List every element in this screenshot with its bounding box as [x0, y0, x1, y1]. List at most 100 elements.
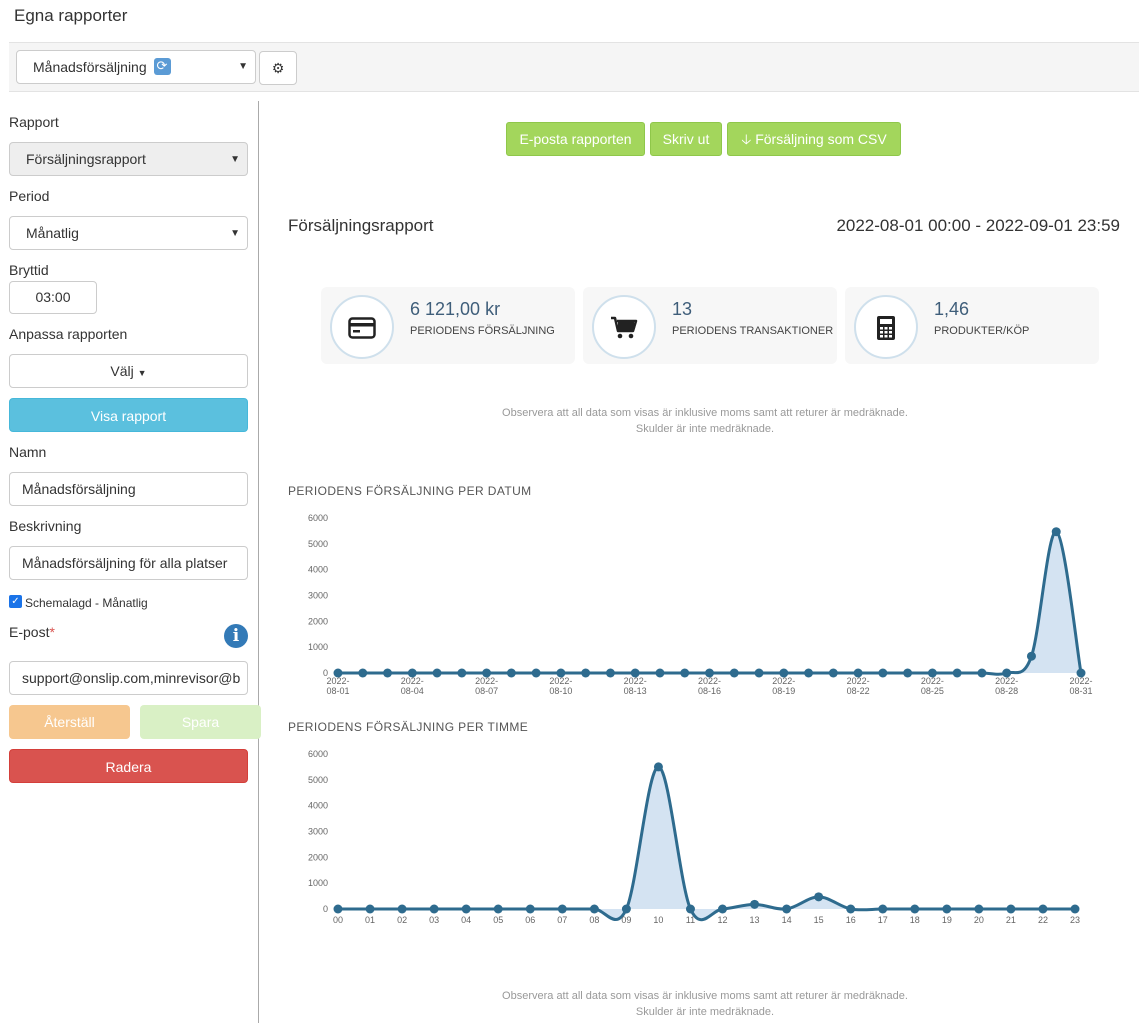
x-tick-label: 22	[1038, 915, 1048, 925]
show-report-button[interactable]: Visa rapport	[9, 398, 248, 432]
kpi-caption: PERIODENS TRANSAKTIONER	[672, 325, 834, 337]
calculator-icon	[854, 295, 918, 359]
x-tick-label: 2022-	[326, 676, 349, 686]
settings-button[interactable]: ⚙	[259, 51, 297, 85]
kpi-card-transactions: 13 PERIODENS TRANSAKTIONER	[583, 287, 837, 364]
data-point	[506, 668, 516, 678]
data-point	[750, 899, 760, 909]
saved-report-select[interactable]: Månadsförsäljning ▼	[16, 50, 256, 84]
schemalagd-checkbox[interactable]: ✓	[9, 595, 22, 608]
namn-input[interactable]: Månadsförsäljning	[9, 472, 248, 506]
x-tick-label: 16	[846, 915, 856, 925]
chevron-down-icon: ▼	[230, 154, 240, 165]
x-tick-label: 05	[493, 915, 503, 925]
x-tick-label: 07	[557, 915, 567, 925]
y-tick-label: 0	[323, 904, 328, 914]
x-tick-label: 14	[782, 915, 792, 925]
x-tick-label: 08-31	[1069, 686, 1092, 696]
data-point	[432, 668, 442, 678]
epost-input[interactable]: support@onslip.com,minrevisor@b	[9, 661, 248, 695]
report-settings-sidebar: Rapport Försäljningsrapport ▼ Period Mån…	[0, 101, 261, 1023]
x-tick-label: 2022-	[401, 676, 424, 686]
required-marker: *	[49, 624, 55, 640]
anpassa-label: Anpassa rapporten	[9, 326, 128, 342]
x-tick-label: 08-19	[772, 686, 795, 696]
data-point	[429, 904, 439, 914]
data-point	[1051, 527, 1061, 537]
brytid-input[interactable]: 03:00	[9, 281, 97, 314]
chart-title-per-date: PERIODENS FÖRSÄLJNING PER DATUM	[288, 484, 532, 498]
x-tick-label: 2022-	[921, 676, 944, 686]
save-button[interactable]: Spara	[140, 705, 261, 739]
data-point	[828, 668, 838, 678]
x-tick-label: 2022-	[995, 676, 1018, 686]
email-report-button[interactable]: E-posta rapporten	[506, 122, 645, 156]
y-tick-label: 1000	[308, 878, 328, 888]
series-line	[338, 530, 1083, 676]
csv-export-button[interactable]: 🡣 Försäljning som CSV	[727, 122, 901, 156]
y-tick-label: 2000	[308, 852, 328, 862]
data-point	[525, 904, 535, 914]
saved-report-select-value: Månadsförsäljning	[33, 59, 147, 75]
y-tick-label: 3000	[308, 827, 328, 837]
x-tick-label: 08-07	[475, 686, 498, 696]
delete-button[interactable]: Radera	[9, 749, 248, 783]
rapport-select[interactable]: Försäljningsrapport ▼	[9, 142, 248, 176]
data-point	[903, 668, 913, 678]
vat-note-line2: Skulder är inte medräknade.	[635, 423, 775, 435]
refresh-icon	[153, 50, 171, 82]
data-point	[942, 904, 952, 914]
data-point	[589, 904, 599, 914]
data-point	[1070, 904, 1080, 914]
customize-dropdown-button[interactable]: Välj ▼	[9, 354, 248, 388]
info-icon[interactable]: i	[224, 624, 248, 648]
print-button[interactable]: Skriv ut	[650, 122, 722, 156]
y-tick-label: 6000	[308, 749, 328, 759]
brytid-label: Bryttid	[9, 262, 49, 278]
x-tick-label: 2022-	[847, 676, 870, 686]
x-tick-label: 08-04	[401, 686, 424, 696]
data-point	[729, 668, 739, 678]
credit-card-icon	[330, 295, 394, 359]
vat-note-bottom: Observera att all data som visas är inkl…	[420, 988, 990, 1020]
x-tick-label: 12	[718, 915, 728, 925]
x-tick-label: 08-16	[698, 686, 721, 696]
kpi-caption: PERIODENS FÖRSÄLJNING	[410, 325, 555, 337]
shopping-cart-icon	[592, 295, 656, 359]
data-point	[397, 904, 407, 914]
data-point	[333, 904, 343, 914]
data-point	[581, 668, 591, 678]
data-point	[1006, 904, 1016, 914]
period-select-value: Månatlig	[26, 225, 79, 241]
x-tick-label: 15	[814, 915, 824, 925]
x-tick-label: 2022-	[1069, 676, 1092, 686]
data-point	[685, 904, 695, 914]
rapport-select-value: Försäljningsrapport	[26, 151, 146, 167]
data-point	[655, 668, 665, 678]
data-point	[1026, 651, 1036, 661]
x-tick-label: 01	[365, 915, 375, 925]
data-point	[605, 668, 615, 678]
data-point	[952, 668, 962, 678]
data-point	[358, 668, 368, 678]
x-tick-label: 08-01	[326, 686, 349, 696]
vat-note-line1: Observera att all data som visas är inkl…	[502, 407, 908, 419]
data-point	[365, 904, 375, 914]
epost-label: E-post	[9, 624, 50, 640]
beskrivning-input[interactable]: Månadsförsäljning för alla platser	[9, 546, 248, 580]
x-tick-label: 02	[397, 915, 407, 925]
page-title: Egna rapporter	[14, 6, 128, 25]
data-point	[718, 904, 728, 914]
x-tick-label: 08-22	[847, 686, 870, 696]
x-tick-label: 11	[686, 915, 695, 925]
data-point	[878, 668, 888, 678]
reset-button[interactable]: Återställ	[9, 705, 130, 739]
period-select[interactable]: Månatlig ▼	[9, 216, 248, 250]
sales-per-date-chart: 01000200030004000500060002022-08-012022-…	[308, 513, 1093, 696]
vat-note-line1: Observera att all data som visas är inkl…	[502, 990, 908, 1002]
x-tick-label: 09	[621, 915, 631, 925]
data-point	[621, 904, 631, 914]
y-tick-label: 5000	[308, 775, 328, 785]
series-area	[338, 766, 1075, 920]
data-point	[557, 904, 567, 914]
